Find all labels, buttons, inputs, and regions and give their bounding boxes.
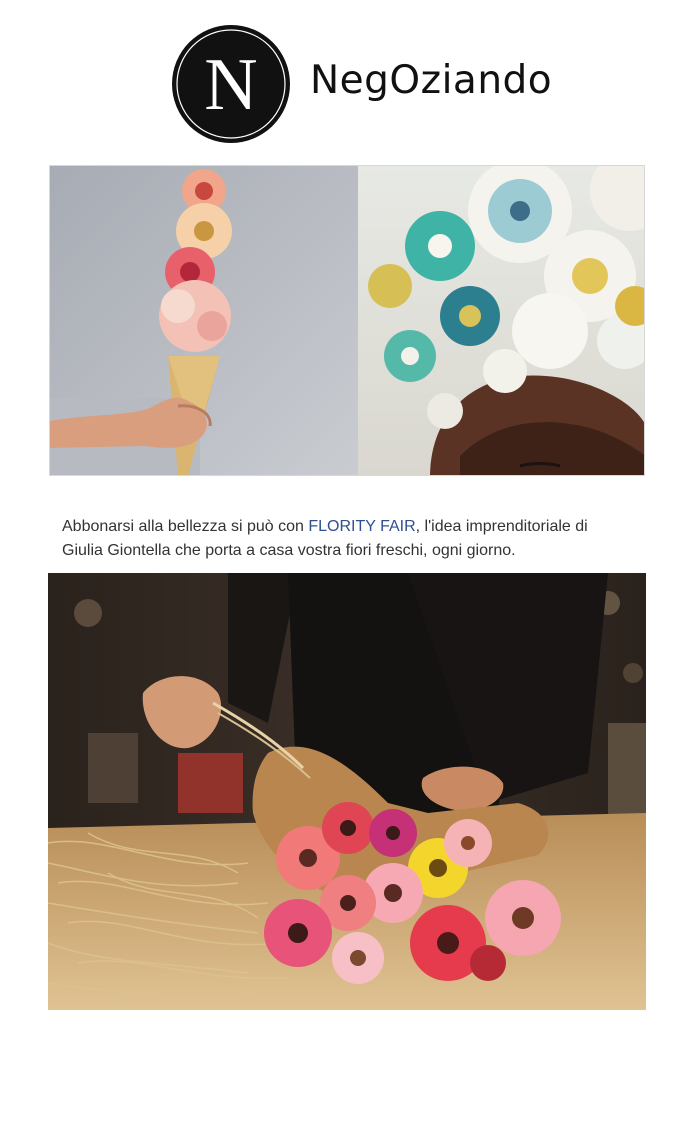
brand-logo[interactable]: N — [171, 24, 291, 144]
flority-fair-link[interactable]: FLORITY FAIR — [308, 518, 415, 535]
article-text-line-2: Giulia Giontella che porta a casa vostra… — [62, 542, 516, 559]
brand-name[interactable]: NegOziando — [310, 58, 552, 103]
site-header: N NegOziando — [0, 0, 690, 160]
flower-cone-photo — [50, 166, 358, 475]
florist-bouquet-photo — [48, 573, 646, 1010]
article-text-intro: Abbonarsi alla bellezza si può con — [62, 518, 309, 535]
flower-headpiece-photo — [358, 166, 644, 475]
hero-image-collage — [49, 165, 645, 476]
article-text: Abbonarsi alla bellezza si può con FLORI… — [62, 515, 652, 563]
article-text-line-1-end: , l'idea imprenditoriale di — [415, 518, 588, 535]
logo-letter: N — [204, 44, 257, 126]
